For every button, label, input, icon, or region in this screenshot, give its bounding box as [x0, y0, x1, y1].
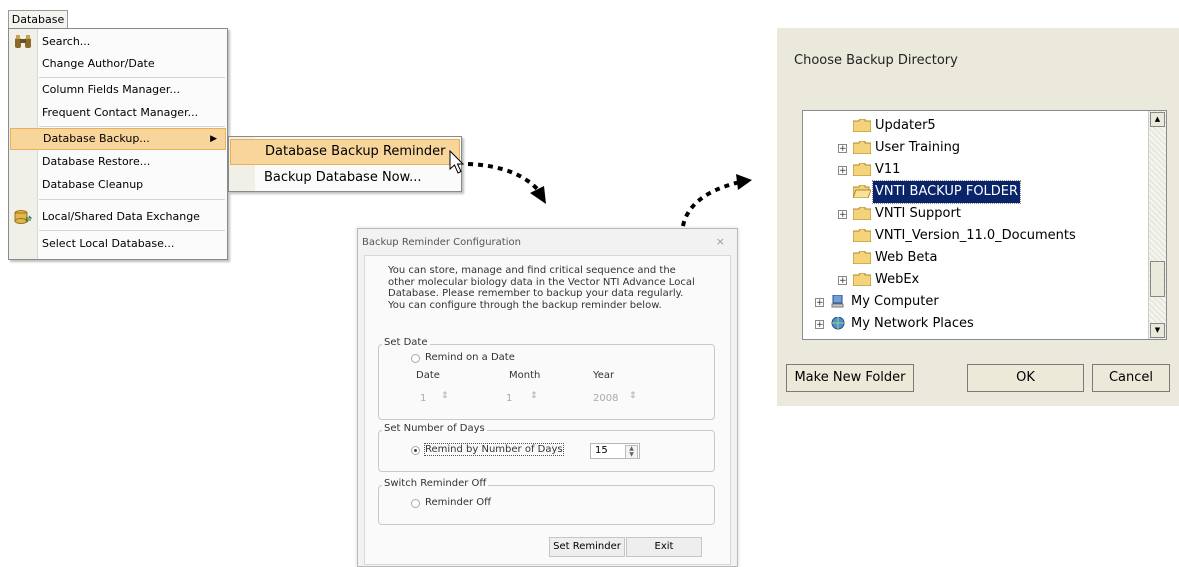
date-label: Date [416, 370, 440, 381]
expand-icon[interactable]: + [838, 210, 847, 220]
tree-node-label: Web Beta [875, 250, 938, 265]
year-stepper-icon[interactable]: ⇕ [629, 391, 637, 401]
set-date-group-title: Set Date [382, 337, 430, 348]
days-stepper[interactable]: 15 ▲ ▼ [590, 443, 640, 459]
cancel-button[interactable]: Cancel [1092, 364, 1170, 392]
month-value[interactable]: 1 [506, 393, 512, 404]
folder-icon [853, 229, 871, 242]
curved-arrow-icon [467, 162, 546, 204]
dialog-title: Choose Backup Directory [794, 53, 958, 68]
make-new-folder-button[interactable]: Make New Folder [786, 364, 914, 392]
folder-icon [853, 207, 871, 220]
tree-node-label: My Network Places [851, 316, 974, 331]
month-stepper-icon[interactable]: ⇕ [530, 391, 538, 401]
year-value[interactable]: 2008 [593, 393, 618, 404]
submenu-item-backup-reminder[interactable]: Database Backup Reminder [230, 139, 460, 165]
date-stepper-icon[interactable]: ⇕ [441, 391, 449, 401]
menu-item-database-restore[interactable]: Database Restore... [10, 151, 226, 173]
tree-node-label: WebEx [875, 272, 920, 287]
expand-icon[interactable]: + [838, 144, 847, 154]
menu-item-label: Database Restore... [42, 155, 151, 168]
menu-item-label: Frequent Contact Manager... [42, 106, 199, 119]
tree-node-label: User Training [875, 140, 961, 155]
submenu-arrow-icon: ▶ [210, 134, 217, 144]
tree-node-label: VNTI_Version_11.0_Documents [875, 228, 1076, 243]
menu-item-data-exchange[interactable]: Local/Shared Data Exchange [10, 206, 226, 228]
days-value: 15 [595, 445, 608, 456]
expand-icon[interactable]: + [815, 320, 824, 330]
set-reminder-button[interactable]: Set Reminder [549, 537, 625, 557]
menu-separator [39, 230, 225, 231]
submenu-item-label: Database Backup Reminder [265, 144, 446, 159]
remind-by-days-radio[interactable] [411, 446, 420, 455]
folder-icon [853, 141, 871, 154]
reminder-description: You can store, manage and find critical … [388, 265, 695, 311]
set-days-group-title: Set Number of Days [382, 423, 487, 434]
expand-icon[interactable]: + [838, 276, 847, 286]
menu-item-label: Change Author/Date [42, 57, 155, 70]
menu-item-frequent-contact-manager[interactable]: Frequent Contact Manager... [10, 102, 226, 124]
folder-icon [853, 163, 871, 176]
scroll-thumb[interactable] [1150, 261, 1165, 297]
reminder-off-radio[interactable] [411, 499, 420, 508]
database-menu-tab[interactable]: Database [8, 10, 68, 28]
menu-separator [39, 77, 225, 78]
menu-item-label: Search... [42, 35, 91, 48]
network-icon [831, 317, 845, 330]
folder-icon [853, 119, 871, 132]
menu-item-change-author-date[interactable]: Change Author/Date [10, 53, 226, 75]
computer-icon [831, 295, 844, 308]
open-folder-icon [853, 185, 871, 198]
expand-icon[interactable]: + [838, 166, 847, 176]
tree-scrollbar[interactable]: ▲ ▼ [1148, 111, 1166, 339]
menu-item-column-fields-manager[interactable]: Column Fields Manager... [10, 79, 226, 101]
submenu-item-label: Backup Database Now... [264, 170, 422, 185]
database-menu: Search... Change Author/Date Column Fiel… [8, 28, 228, 260]
switch-off-group-title: Switch Reminder Off [382, 478, 489, 489]
menu-item-database-backup[interactable]: Database Backup... ▶ [10, 128, 226, 150]
remind-on-date-label: Remind on a Date [425, 352, 515, 363]
menu-separator [39, 126, 225, 127]
folder-icon [853, 273, 871, 286]
menu-item-select-local-database[interactable]: Select Local Database... [10, 233, 226, 255]
menu-item-database-cleanup[interactable]: Database Cleanup [10, 174, 226, 196]
reminder-off-label: Reminder Off [425, 497, 492, 508]
menu-separator [39, 199, 225, 200]
tree-node-label: My Computer [851, 294, 939, 309]
menu-item-label: Database Backup... [43, 132, 150, 145]
stepper-arrows-icon[interactable]: ▲ ▼ [625, 445, 638, 459]
scroll-down-icon[interactable]: ▼ [1150, 323, 1165, 338]
tree-node-label: Updater5 [875, 118, 936, 133]
folder-tree[interactable]: Updater5 + User Training + V11 VNTI BACK… [802, 110, 1167, 340]
remind-on-date-radio[interactable] [411, 354, 420, 363]
menu-item-label: Column Fields Manager... [42, 83, 180, 96]
binoculars-icon [15, 35, 31, 48]
menu-item-label: Local/Shared Data Exchange [42, 210, 200, 223]
menu-item-label: Select Local Database... [42, 237, 175, 250]
expand-icon[interactable]: + [815, 298, 824, 308]
tree-node-label: VNTI Support [875, 206, 961, 221]
dialog-title: Backup Reminder Configuration [362, 237, 521, 248]
submenu-item-backup-now[interactable]: Backup Database Now... [230, 165, 460, 191]
year-label: Year [593, 370, 615, 381]
remind-by-days-label: Remind by Number of Days [424, 443, 564, 456]
data-exchange-icon [14, 210, 32, 224]
tree-node-label: V11 [875, 162, 901, 177]
scroll-up-icon[interactable]: ▲ [1150, 112, 1165, 127]
ok-button[interactable]: OK [967, 364, 1084, 392]
folder-icon [853, 251, 871, 264]
close-icon[interactable]: × [716, 235, 725, 248]
menu-item-search[interactable]: Search... [10, 31, 226, 53]
choose-backup-directory-dialog: Choose Backup Directory Updater5 + User … [777, 28, 1179, 406]
exit-button[interactable]: Exit [626, 537, 702, 557]
mouse-pointer-icon [449, 150, 465, 174]
database-backup-submenu: Database Backup Reminder Backup Database… [228, 136, 462, 192]
menu-item-label: Database Cleanup [42, 178, 144, 191]
month-label: Month [509, 370, 541, 381]
tree-node-label: VNTI BACKUP FOLDER [871, 180, 1022, 204]
date-value[interactable]: 1 [420, 393, 426, 404]
